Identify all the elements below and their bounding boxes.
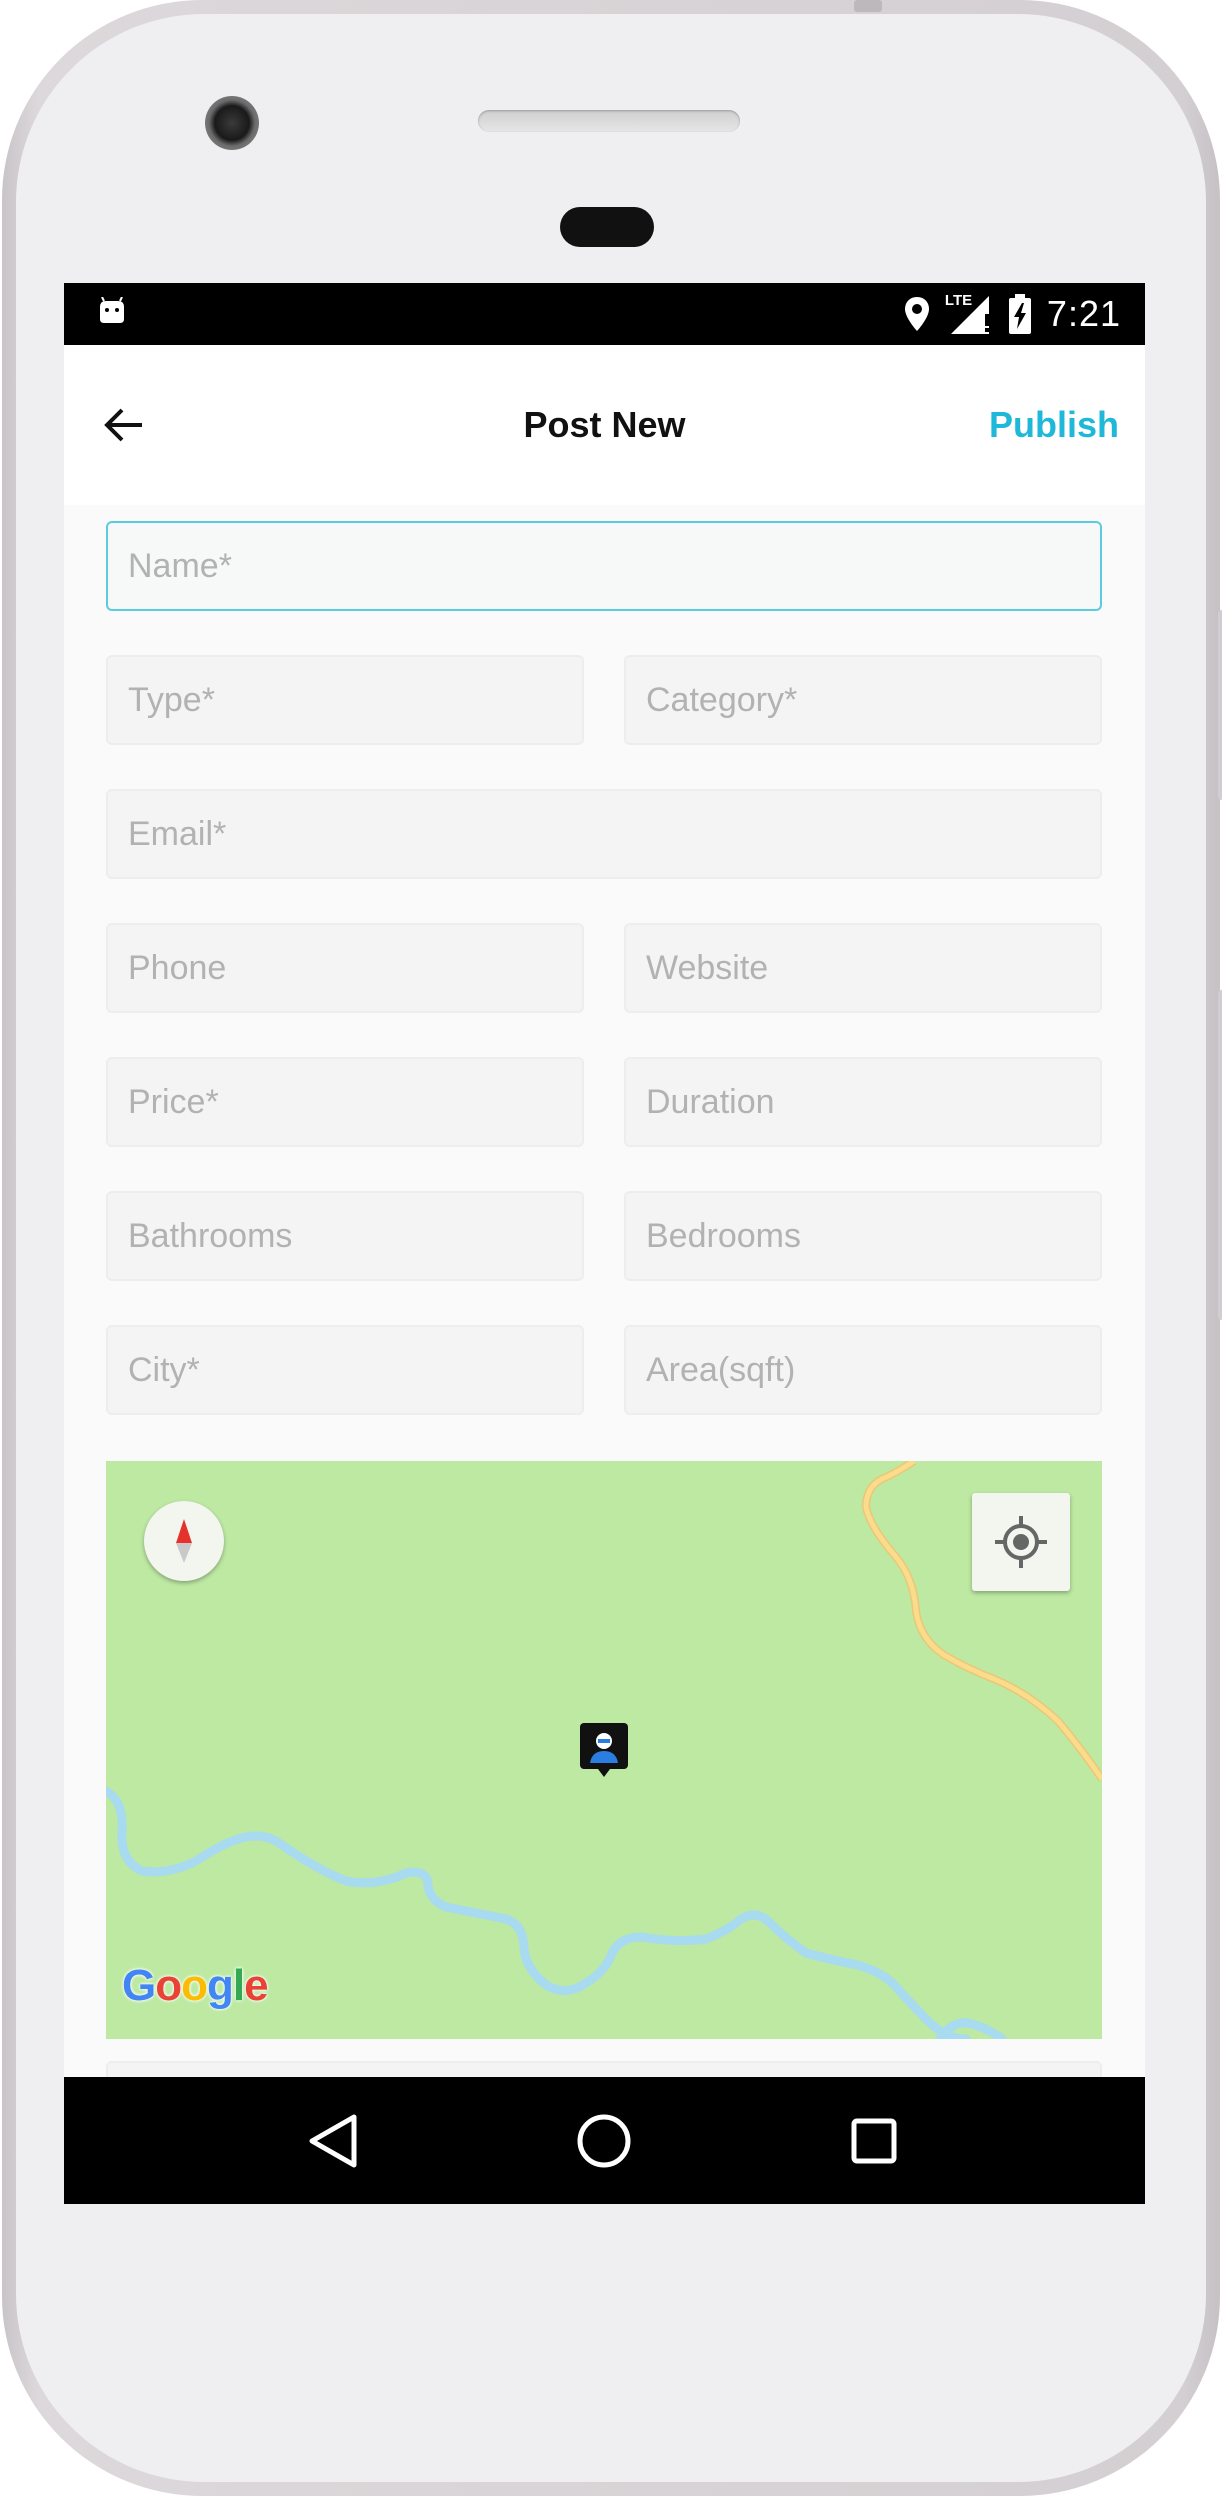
bedrooms-field[interactable] [624,1191,1102,1281]
bathrooms-field[interactable] [106,1191,584,1281]
phone-volume-button [1218,990,1222,1320]
area-field[interactable] [624,1325,1102,1415]
phone-field[interactable] [106,923,584,1013]
recents-nav-icon[interactable] [838,2105,910,2177]
status-bar: LTE 7:21 [64,283,1145,345]
price-field[interactable] [106,1057,584,1147]
earpiece-speaker [478,110,740,132]
front-camera [205,96,259,150]
website-field[interactable] [624,923,1102,1013]
publish-button[interactable]: Publish [989,345,1119,505]
category-field[interactable] [624,655,1102,745]
phone-side-button [1218,610,1222,800]
home-nav-icon[interactable] [568,2105,640,2177]
google-attribution: Google [122,1961,269,2011]
battery-charging-icon [1008,294,1031,334]
email-field[interactable] [106,789,1102,879]
name-field[interactable] [106,521,1102,611]
google-logo-text: Google [122,1961,269,2010]
android-notification-icon [100,297,124,323]
status-icons: LTE 7:21 [903,283,1121,345]
navigation-bar [64,2077,1145,2204]
network-type-label: LTE [944,292,973,309]
screen: LTE 7:21 Post New Publish Name* Type* Ca… [64,283,1145,2204]
type-field[interactable] [106,655,584,745]
location-map[interactable]: Google [106,1461,1102,2039]
back-nav-icon[interactable] [298,2105,370,2177]
location-icon [904,297,929,331]
user-location-marker-icon[interactable] [580,1723,628,1779]
duration-field[interactable] [624,1057,1102,1147]
signal-icon: LTE [945,292,993,336]
phone-top-button [854,0,882,12]
my-location-button[interactable] [972,1493,1070,1591]
status-time: 7:21 [1046,293,1121,334]
app-bar: Post New Publish [64,345,1145,505]
page-title: Post New [523,404,686,445]
compass-icon [176,1519,192,1563]
my-location-icon [995,1516,1047,1568]
proximity-sensor [560,207,654,247]
city-field[interactable] [106,1325,584,1415]
compass-button[interactable] [144,1501,224,1581]
